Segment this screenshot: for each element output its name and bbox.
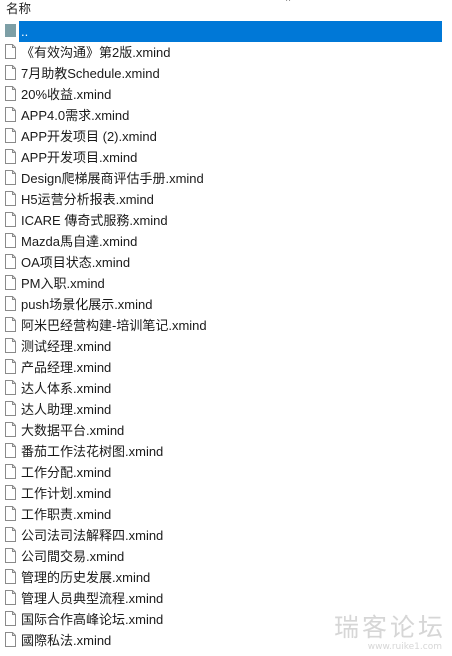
file-name: 工作职责.xmind	[21, 507, 112, 522]
file-icon	[5, 485, 16, 500]
file-row[interactable]: 管理人员典型流程.xmind	[0, 588, 452, 609]
file-icon	[5, 191, 16, 206]
file-row[interactable]: push场景化展示.xmind	[0, 294, 452, 315]
file-icon	[5, 443, 16, 458]
file-name: APP开发项目 (2).xmind	[21, 129, 157, 144]
file-row[interactable]: PM入职.xmind	[0, 273, 452, 294]
file-row[interactable]: 阿米巴经营构建-培训笔记.xmind	[0, 315, 452, 336]
file-icon	[5, 170, 16, 185]
file-name: 番茄工作法花树图.xmind	[21, 444, 164, 459]
file-row[interactable]: 达人体系.xmind	[0, 378, 452, 399]
file-row[interactable]: 产品经理.xmind	[0, 357, 452, 378]
selection-highlight	[19, 21, 442, 42]
file-name: OA项目状态.xmind	[21, 255, 131, 270]
file-icon	[5, 548, 16, 563]
file-row[interactable]: 国际合作高峰论坛.xmind	[0, 609, 452, 630]
file-row[interactable]: 7月助教Schedule.xmind	[0, 63, 452, 84]
file-row[interactable]: APP开发项目 (2).xmind	[0, 126, 452, 147]
file-icon	[5, 254, 16, 269]
file-name: 工作分配.xmind	[21, 465, 112, 480]
file-name: 达人助理.xmind	[21, 402, 112, 417]
file-icon	[5, 212, 16, 227]
file-row[interactable]: 20%收益.xmind	[0, 84, 452, 105]
file-row[interactable]: APP4.0需求.xmind	[0, 105, 452, 126]
file-name: 國際私法.xmind	[21, 633, 112, 648]
file-name: 管理人员典型流程.xmind	[21, 591, 164, 606]
file-icon	[5, 506, 16, 521]
file-icon	[5, 296, 16, 311]
file-row[interactable]: APP开发项目.xmind	[0, 147, 452, 168]
file-name: 公司間交易.xmind	[21, 549, 125, 564]
sort-ascending-icon: ^	[286, 0, 291, 6]
file-row[interactable]: 工作分配.xmind	[0, 462, 452, 483]
file-name: APP开发项目.xmind	[21, 150, 138, 165]
file-icon	[5, 632, 16, 647]
file-name: H5运营分析报表.xmind	[21, 192, 154, 207]
file-row[interactable]: Mazda馬自達.xmind	[0, 231, 452, 252]
file-name: 产品经理.xmind	[21, 360, 112, 375]
file-row[interactable]: 公司法司法解释四.xmind	[0, 525, 452, 546]
file-icon	[5, 86, 16, 101]
file-name: 阿米巴经营构建-培训笔记.xmind	[21, 318, 207, 333]
file-name: Mazda馬自達.xmind	[21, 234, 138, 249]
file-icon	[5, 233, 16, 248]
parent-directory-row[interactable]: ..	[0, 21, 452, 42]
file-icon	[5, 44, 16, 59]
file-name: 7月助教Schedule.xmind	[21, 66, 160, 81]
file-row[interactable]: Design爬梯展商评估手册.xmind	[0, 168, 452, 189]
file-name: 管理的历史发展.xmind	[21, 570, 151, 585]
file-name: push场景化展示.xmind	[21, 297, 153, 312]
file-row[interactable]: ICARE 傳奇式服務.xmind	[0, 210, 452, 231]
file-row[interactable]: 番茄工作法花树图.xmind	[0, 441, 452, 462]
file-row[interactable]: 测试经理.xmind	[0, 336, 452, 357]
file-name: 国际合作高峰论坛.xmind	[21, 612, 164, 627]
name-column-label[interactable]: 名称	[6, 0, 31, 18]
file-name: 工作计划.xmind	[21, 486, 112, 501]
file-name: APP4.0需求.xmind	[21, 108, 130, 123]
file-icon	[5, 464, 16, 479]
file-name: 《有效沟通》第2版.xmind	[21, 45, 171, 60]
file-row[interactable]: 《有效沟通》第2版.xmind	[0, 42, 452, 63]
file-row[interactable]: 达人助理.xmind	[0, 399, 452, 420]
file-icon	[5, 590, 16, 605]
file-icon	[5, 338, 16, 353]
file-icon	[5, 359, 16, 374]
file-row[interactable]: 管理的历史发展.xmind	[0, 567, 452, 588]
file-icon	[5, 527, 16, 542]
file-row[interactable]: 大数据平台.xmind	[0, 420, 452, 441]
file-name: 测试经理.xmind	[21, 339, 112, 354]
file-name: 20%收益.xmind	[21, 87, 112, 102]
file-icon	[5, 275, 16, 290]
file-icon	[5, 569, 16, 584]
file-icon	[5, 65, 16, 80]
file-name: 公司法司法解释四.xmind	[21, 528, 164, 543]
file-row[interactable]: 工作职责.xmind	[0, 504, 452, 525]
file-name: ICARE 傳奇式服務.xmind	[21, 213, 168, 228]
file-name: 达人体系.xmind	[21, 381, 112, 396]
file-icon	[5, 422, 16, 437]
file-icon	[5, 107, 16, 122]
file-row[interactable]: OA项目状态.xmind	[0, 252, 452, 273]
file-name: ..	[21, 24, 29, 39]
file-list: .. 《有效沟通》第2版.xmind 7月助教Schedule.xmind 20%收益…	[0, 21, 452, 651]
file-name: PM入职.xmind	[21, 276, 105, 291]
file-icon	[5, 401, 16, 416]
file-row[interactable]: H5运营分析报表.xmind	[0, 189, 452, 210]
file-icon	[5, 149, 16, 164]
file-icon	[5, 128, 16, 143]
file-row[interactable]: 工作计划.xmind	[0, 483, 452, 504]
parent-folder-icon	[5, 24, 16, 37]
file-name: Design爬梯展商评估手册.xmind	[21, 171, 204, 186]
file-row[interactable]: 公司間交易.xmind	[0, 546, 452, 567]
file-row[interactable]: 國際私法.xmind	[0, 630, 452, 651]
file-name: 大数据平台.xmind	[21, 423, 125, 438]
column-header[interactable]: 名称 ^	[0, 0, 452, 21]
file-icon	[5, 317, 16, 332]
file-icon	[5, 611, 16, 626]
file-icon	[5, 380, 16, 395]
